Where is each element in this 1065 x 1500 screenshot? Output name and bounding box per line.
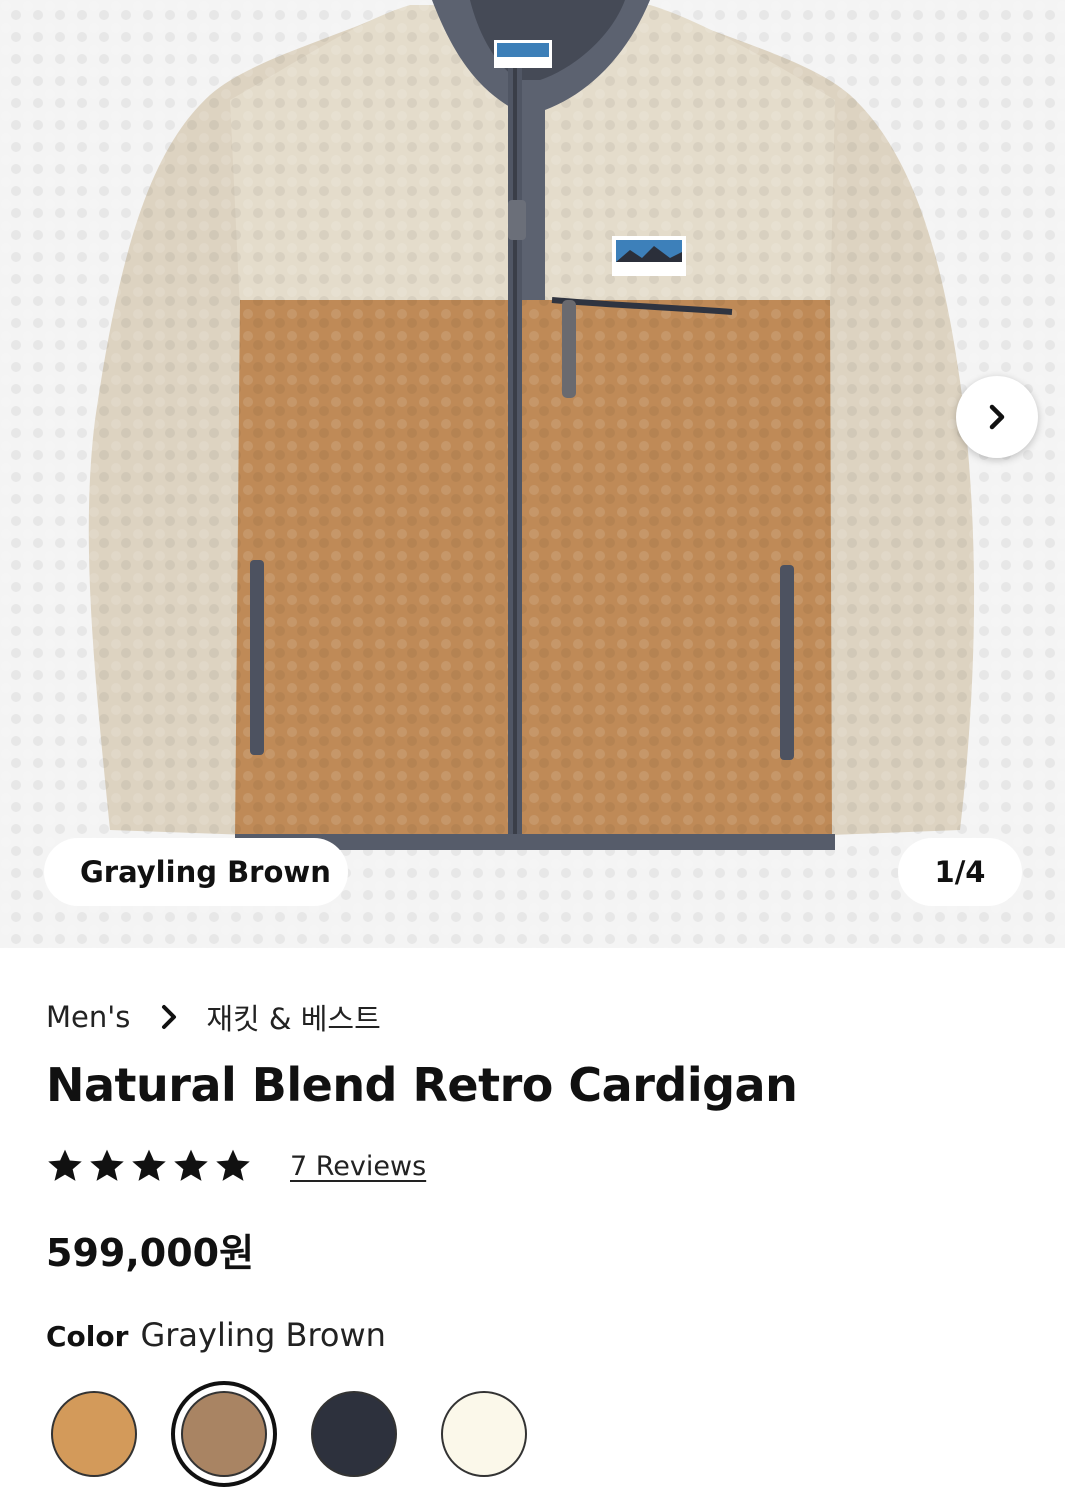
image-color-pill: Grayling Brown — [44, 838, 348, 906]
color-label: Color — [46, 1320, 129, 1353]
product-image — [0, 0, 1065, 948]
next-image-button[interactable] — [956, 376, 1038, 458]
color-swatches — [44, 1381, 564, 1488]
reviews-link[interactable]: 7 Reviews — [290, 1151, 426, 1182]
star-icon — [216, 1149, 250, 1181]
image-counter: 1/4 — [898, 838, 1022, 906]
product-rating: 7 Reviews — [46, 1148, 426, 1184]
color-swatch[interactable] — [441, 1391, 527, 1477]
color-swatch[interactable] — [51, 1391, 137, 1477]
product-price: 599,000원 — [46, 1231, 255, 1275]
star-icon — [90, 1149, 124, 1181]
color-swatch[interactable] — [181, 1391, 267, 1477]
product-image-gallery[interactable]: Grayling Brown 1/4 — [0, 0, 1065, 948]
star-icon — [132, 1149, 166, 1181]
selected-color-name: Grayling Brown — [140, 1316, 386, 1354]
star-rating — [46, 1148, 252, 1184]
chevron-right-icon — [989, 404, 1005, 430]
product-title: Natural Blend Retro Cardigan — [46, 1058, 798, 1112]
star-icon — [48, 1149, 82, 1181]
color-selector-header: Color Grayling Brown — [46, 1316, 386, 1354]
color-swatch[interactable] — [311, 1391, 397, 1477]
chevron-right-icon — [158, 1004, 180, 1030]
breadcrumb-category[interactable]: Men's — [46, 1000, 130, 1034]
star-icon — [174, 1149, 208, 1181]
breadcrumb-subcategory[interactable]: 재킷 & 베스트 — [206, 996, 380, 1038]
breadcrumb: Men's 재킷 & 베스트 — [46, 996, 381, 1038]
